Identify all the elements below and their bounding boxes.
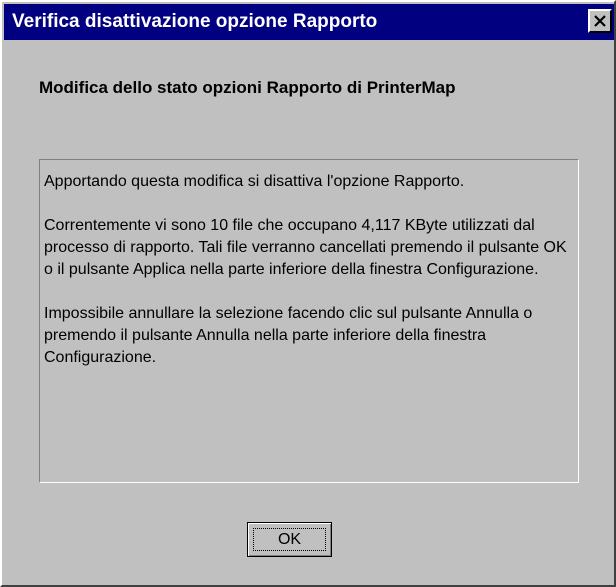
window-title: Verifica disattivazione opzione Rapporto <box>12 11 378 32</box>
dialog-window: Verifica disattivazione opzione Rapporto… <box>0 0 616 587</box>
close-button[interactable] <box>588 9 612 33</box>
ok-button[interactable]: OK <box>247 522 332 557</box>
close-icon <box>594 15 606 27</box>
message-panel: Apportando questa modifica si disattiva … <box>39 159 579 483</box>
title-bar[interactable]: Verifica disattivazione opzione Rapporto <box>4 4 614 40</box>
ok-button-label: OK <box>253 528 326 551</box>
message-paragraph-2: Correntemente vi sono 10 file che occupa… <box>44 217 567 278</box>
dialog-heading: Modifica dello stato opzioni Rapporto di… <box>39 78 456 97</box>
message-paragraph-1: Apportando questa modifica si disattiva … <box>44 173 465 190</box>
message-paragraph-3: Impossibile annullare la selezione facen… <box>44 305 533 366</box>
